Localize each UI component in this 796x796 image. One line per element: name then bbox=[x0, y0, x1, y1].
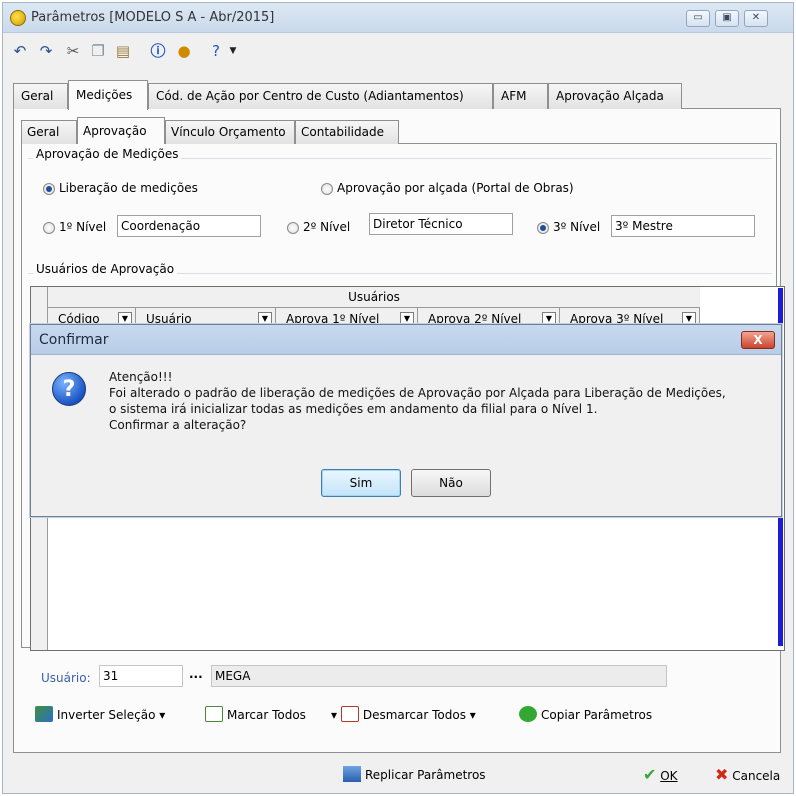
tab-geral[interactable]: Geral bbox=[13, 83, 68, 109]
app-icon bbox=[10, 10, 26, 26]
dialog-close-button[interactable]: X bbox=[741, 331, 775, 349]
dialog-title-bar[interactable]: Confirmar X bbox=[31, 325, 781, 355]
cut-icon[interactable]: ✂ bbox=[64, 42, 82, 60]
approval-group-title: Aprovação de Medições bbox=[33, 147, 182, 161]
release-radio[interactable] bbox=[43, 183, 55, 195]
subtab-geral[interactable]: Geral bbox=[21, 120, 77, 144]
user-code-field[interactable]: 31 bbox=[99, 665, 183, 687]
replicate-parameters-button[interactable]: Replicar Parâmetros bbox=[343, 765, 486, 785]
dialog-message-line3: o sistema irá inicializar todas as mediç… bbox=[109, 402, 598, 416]
mark-all-button[interactable]: Marcar Todos bbox=[205, 703, 306, 727]
tab-aprovacao-alcada[interactable]: Aprovação Alçada bbox=[548, 83, 682, 109]
copy-parameters-label: Copiar Parâmetros bbox=[541, 708, 653, 722]
ok-button[interactable]: ✔ OK bbox=[643, 765, 678, 786]
unmark-all-label: Desmarcar Todos bbox=[362, 708, 466, 722]
level3-field[interactable]: 3º Mestre bbox=[611, 215, 755, 237]
level2-label: 2º Nível bbox=[303, 220, 351, 234]
footer-bar: Replicar Parâmetros ✔ OK ✖ Cancela bbox=[3, 755, 793, 795]
alcada-label: Aprovação por alçada (Portal de Obras) bbox=[337, 181, 574, 195]
paste-icon[interactable]: ▤ bbox=[114, 42, 132, 60]
cancel-label: Cancela bbox=[732, 769, 781, 783]
unmark-all-button[interactable]: ▾ Desmarcar Todos ▾ bbox=[331, 703, 476, 727]
check-icon: ✔ bbox=[643, 765, 657, 784]
subtab-vinculo-orcamento[interactable]: Vínculo Orçamento bbox=[165, 120, 295, 144]
level1-radio[interactable] bbox=[43, 222, 55, 234]
alcada-radio[interactable] bbox=[321, 183, 333, 195]
cancel-button[interactable]: ✖ Cancela bbox=[715, 765, 780, 786]
user-lookup-button[interactable]: ... bbox=[189, 667, 203, 681]
close-window-button[interactable]: ✕ bbox=[744, 10, 768, 27]
user-icon[interactable]: ● bbox=[175, 42, 193, 60]
dialog-message: Atenção!!! Foi alterado o padrão de libe… bbox=[109, 369, 726, 433]
no-button[interactable]: Não bbox=[411, 469, 491, 497]
copy-icon[interactable]: ❐ bbox=[89, 42, 107, 60]
yes-button[interactable]: Sim bbox=[321, 469, 401, 497]
tab-medicoes[interactable]: Medições bbox=[68, 80, 148, 110]
title-bar[interactable]: Parâmetros [MODELO S A - Abr/2015] ▭ ▣ ✕ bbox=[3, 3, 793, 33]
level3-label: 3º Nível bbox=[553, 220, 601, 234]
subtab-aprovacao[interactable]: Aprovação bbox=[77, 117, 165, 144]
level1-field[interactable]: Coordenação bbox=[117, 215, 261, 237]
subtab-contabilidade[interactable]: Contabilidade bbox=[295, 120, 399, 144]
window-title: Parâmetros [MODELO S A - Abr/2015] bbox=[31, 10, 275, 25]
action-bar: Inverter Seleção ▾ Marcar Todos ▾ Desmar… bbox=[25, 703, 785, 727]
undo-icon[interactable]: ↶ bbox=[11, 42, 29, 60]
level2-field[interactable]: Diretor Técnico bbox=[369, 213, 513, 235]
help-icon[interactable]: ? bbox=[207, 42, 225, 60]
invert-selection-button[interactable]: Inverter Seleção ▾ bbox=[35, 703, 165, 727]
replicate-icon bbox=[343, 766, 361, 782]
help-dropdown-icon[interactable]: ▼ bbox=[224, 42, 242, 60]
copy-icon bbox=[519, 706, 537, 722]
tab-cod-acao[interactable]: Cód. de Ação por Centro de Custo (Adiant… bbox=[148, 83, 493, 109]
redo-icon[interactable]: ↷ bbox=[37, 42, 55, 60]
release-label: Liberação de medições bbox=[59, 181, 198, 195]
invert-selection-label: Inverter Seleção bbox=[57, 708, 156, 722]
toolbar: ↶ ↷ ✂ ❐ ▤ ⓘ ● ? ▼ bbox=[3, 33, 793, 69]
ok-label: OK bbox=[660, 769, 678, 783]
dialog-body: ? Atenção!!! Foi alterado o padrão de li… bbox=[31, 356, 781, 516]
sub-tabs: Geral Aprovação Vínculo Orçamento Contab… bbox=[21, 117, 621, 144]
confirm-dialog: Confirmar X ? Atenção!!! Foi alterado o … bbox=[30, 324, 782, 517]
main-tabs: Geral Medições Cód. de Ação por Centro d… bbox=[13, 80, 783, 110]
dialog-message-line4: Confirmar a alteração? bbox=[109, 418, 247, 432]
users-group-title: Usuários de Aprovação bbox=[33, 262, 178, 276]
level2-radio[interactable] bbox=[287, 222, 299, 234]
maximize-button[interactable]: ▣ bbox=[715, 10, 739, 27]
level1-label: 1º Nível bbox=[59, 220, 107, 234]
users-band-header: Usuários bbox=[48, 287, 700, 308]
checkbox-checked-icon bbox=[205, 706, 223, 722]
dialog-message-line1: Atenção!!! bbox=[109, 370, 173, 384]
info-icon[interactable]: ⓘ bbox=[149, 42, 167, 60]
user-label: Usuário: bbox=[41, 671, 91, 685]
level3-radio[interactable] bbox=[537, 222, 549, 234]
dialog-message-line2: Foi alterado o padrão de liberação de me… bbox=[109, 386, 726, 400]
tab-afm[interactable]: AFM bbox=[493, 83, 548, 109]
question-icon: ? bbox=[52, 372, 86, 406]
checkbox-unchecked-icon bbox=[340, 706, 359, 722]
cancel-icon: ✖ bbox=[715, 765, 729, 784]
replicate-label: Replicar Parâmetros bbox=[365, 768, 486, 782]
invert-selection-icon bbox=[35, 706, 53, 722]
copy-parameters-button[interactable]: Copiar Parâmetros bbox=[519, 703, 652, 727]
dialog-title: Confirmar bbox=[39, 332, 109, 348]
mark-all-label: Marcar Todos bbox=[227, 708, 306, 722]
minimize-button[interactable]: ▭ bbox=[686, 10, 710, 27]
user-name-field: MEGA bbox=[211, 665, 667, 687]
